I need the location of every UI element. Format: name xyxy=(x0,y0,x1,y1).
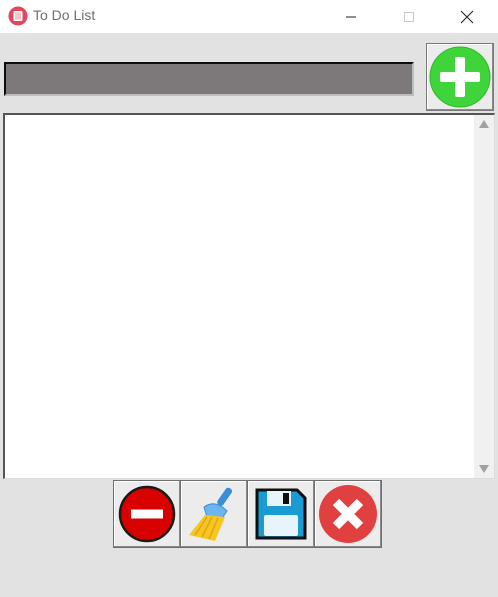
plus-icon xyxy=(429,46,491,108)
task-input[interactable] xyxy=(4,62,414,96)
minimize-icon xyxy=(346,16,356,17)
maximize-button[interactable] xyxy=(386,0,432,33)
exit-button[interactable] xyxy=(314,480,382,548)
scroll-down-arrow-icon[interactable] xyxy=(479,465,489,473)
window-title: To Do List xyxy=(33,7,96,23)
add-task-button[interactable] xyxy=(426,43,494,111)
app-window: To Do List xyxy=(0,0,498,597)
task-list[interactable] xyxy=(3,113,495,479)
vertical-scrollbar[interactable] xyxy=(474,115,494,478)
close-button[interactable] xyxy=(444,0,490,33)
clear-tasks-button[interactable] xyxy=(180,480,248,548)
app-icon xyxy=(8,6,28,26)
delete-task-button[interactable] xyxy=(113,480,181,548)
x-circle-icon xyxy=(319,485,377,543)
title-bar[interactable]: To Do List xyxy=(0,0,498,33)
minus-circle-icon xyxy=(118,485,176,543)
maximize-icon xyxy=(404,11,414,22)
minimize-button[interactable] xyxy=(328,0,374,33)
close-icon xyxy=(460,10,474,23)
scroll-up-arrow-icon[interactable] xyxy=(479,120,489,128)
broom-icon xyxy=(189,487,233,541)
floppy-disk-icon xyxy=(255,488,307,540)
action-toolbar xyxy=(113,480,382,548)
save-tasks-button[interactable] xyxy=(247,480,315,548)
